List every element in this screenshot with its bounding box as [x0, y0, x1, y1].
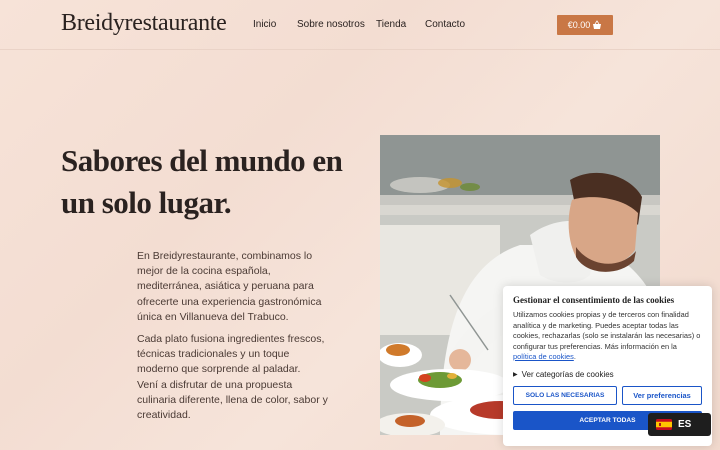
language-code: ES: [678, 419, 692, 430]
triangle-right-icon: ▶: [513, 371, 518, 378]
cookie-description: Utilizamos cookies propias y de terceros…: [513, 310, 701, 351]
hero-paragraph-2: Cada plato fusiona ingredientes frescos,…: [137, 333, 325, 376]
cookie-text-end: .: [573, 352, 576, 361]
hero-paragraph-3: Vení a disfrutar de una propuesta culina…: [137, 378, 328, 422]
hero-title: Sabores del mundo en un solo lugar.: [61, 140, 361, 224]
nav-tienda[interactable]: Tienda: [376, 19, 406, 30]
necessary-only-button[interactable]: SOLO LAS NECESARIAS: [513, 385, 617, 405]
hero-title-line1: Sabores del mundo en: [61, 143, 343, 178]
spain-flag-icon: [656, 419, 672, 430]
basket-icon: [593, 20, 602, 29]
cart-button[interactable]: €0.00: [557, 15, 613, 35]
preferences-button[interactable]: Ver preferencias: [622, 385, 702, 405]
nav-contacto[interactable]: Contacto: [425, 19, 465, 30]
site-logo[interactable]: Breidyrestaurante: [61, 10, 227, 37]
language-switcher[interactable]: ES: [648, 413, 711, 436]
cookie-categories-toggle[interactable]: ▶ Ver categorías de cookies: [513, 370, 702, 379]
hero-paragraph-1: En Breidyrestaurante, combinamos lo mejo…: [137, 250, 322, 323]
nav-sobre-nosotros[interactable]: Sobre nosotros: [297, 19, 365, 30]
cookie-button-row: SOLO LAS NECESARIAS Ver preferencias: [513, 385, 702, 405]
site-header: Breidyrestaurante Inicio Sobre nosotros …: [0, 0, 720, 50]
hero-text: En Breidyrestaurante, combinamos lo mejo…: [137, 249, 332, 430]
nav-inicio[interactable]: Inicio: [253, 19, 276, 30]
hero-title-line2: un solo lugar.: [61, 185, 232, 220]
cookie-text: Utilizamos cookies propias y de terceros…: [513, 310, 702, 363]
cookie-title: Gestionar el consentimiento de las cooki…: [513, 295, 675, 305]
cookie-categories-label: Ver categorías de cookies: [521, 369, 614, 379]
cookie-policy-link[interactable]: política de cookies: [513, 352, 574, 361]
cart-total: €0.00: [567, 20, 591, 30]
